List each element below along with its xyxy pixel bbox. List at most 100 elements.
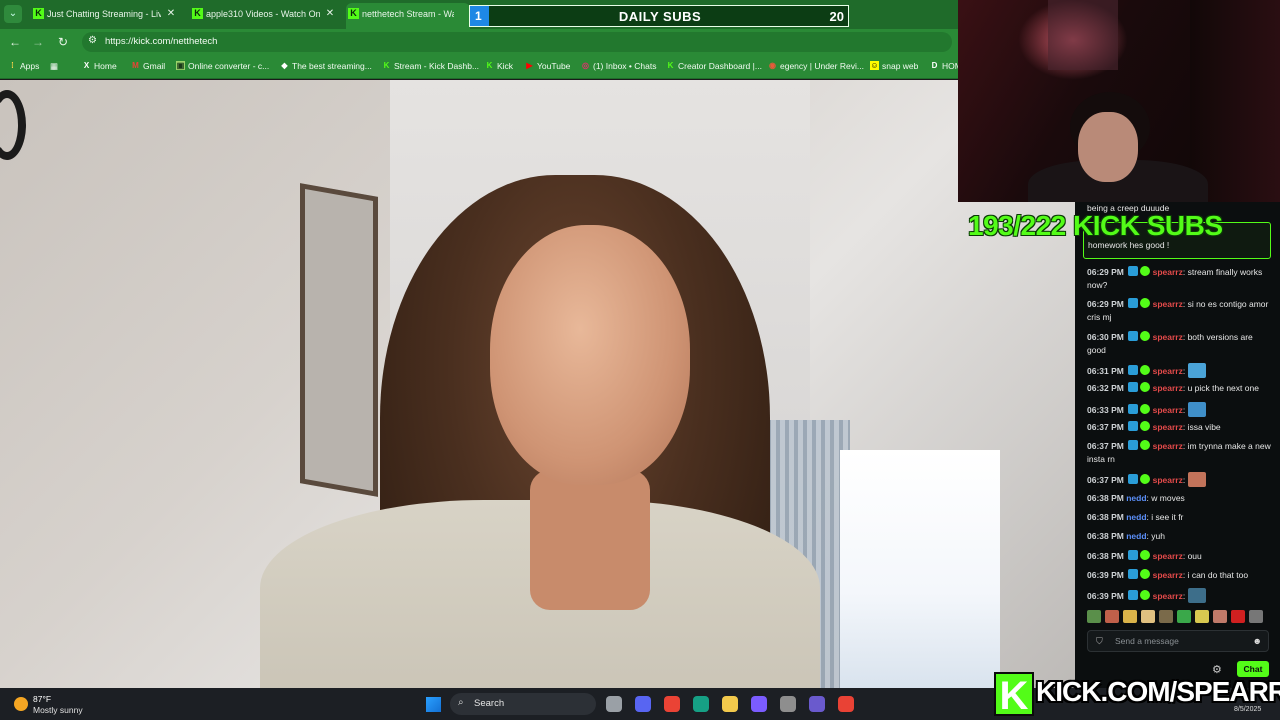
chat-username[interactable]: spearrz (1153, 383, 1183, 393)
taskbar-app-icon[interactable] (809, 696, 825, 712)
bookmark-kick-dashboard[interactable]: K Stream - Kick Dashb... (382, 61, 479, 71)
subscriber-badge-icon[interactable] (1128, 440, 1139, 450)
emote-picker-item-icon[interactable] (1123, 610, 1137, 623)
verified-badge-icon[interactable] (1140, 404, 1151, 414)
bookmarks-bar: ⁞ Apps ▦ X Home M Gmail ▣ Online converter -… (0, 55, 962, 79)
weather-sun-icon[interactable] (14, 697, 28, 711)
tab-netthetech[interactable]: K netthetech Stream - Watch Li (346, 3, 470, 29)
close-tab-icon[interactable]: ✕ (165, 3, 177, 25)
emote-picker-item-icon[interactable] (1159, 610, 1173, 623)
subscriber-badge-icon[interactable] (1128, 365, 1139, 375)
subscriber-badge-icon[interactable] (1128, 382, 1139, 392)
chat-username[interactable]: spearrz (1153, 422, 1183, 432)
verified-badge-icon[interactable] (1140, 440, 1151, 450)
chat-username[interactable]: spearrz (1153, 591, 1183, 601)
emoji-picker-icon[interactable]: ☻ (1253, 636, 1262, 646)
stream-video[interactable] (0, 80, 1075, 688)
chat-username[interactable]: nedd (1126, 512, 1146, 522)
facecam-face (1078, 112, 1138, 182)
subscriber-badge-icon[interactable] (1128, 569, 1139, 579)
bookmark-apps[interactable]: ⁞ Apps (8, 61, 39, 71)
bookmark-youtube[interactable]: ▶ YouTube (525, 61, 570, 71)
verified-badge-icon[interactable] (1140, 590, 1151, 600)
taskbar-app-icon[interactable] (635, 696, 651, 712)
verified-badge-icon[interactable] (1140, 550, 1151, 560)
bookmark-home[interactable]: X Home (82, 61, 117, 71)
verified-badge-icon[interactable] (1140, 298, 1151, 308)
verified-badge-icon[interactable] (1140, 569, 1151, 579)
tab-search-chevron-icon[interactable]: ⌄ (4, 5, 22, 23)
subscriber-badge-icon[interactable] (1128, 404, 1139, 414)
verified-badge-icon[interactable] (1140, 365, 1151, 375)
chat-timestamp: 06:37 PM (1087, 441, 1127, 451)
subscriber-badge-icon[interactable] (1128, 474, 1139, 484)
tab-apple310[interactable]: K apple310 Videos - Watch On-D ✕ (190, 3, 336, 25)
bookmark-creator-dashboard[interactable]: K Creator Dashboard |... (666, 61, 762, 71)
forward-arrow-icon[interactable]: → (30, 34, 46, 50)
chat-username[interactable]: nedd (1126, 493, 1146, 503)
verified-badge-icon[interactable] (1140, 382, 1151, 392)
bookmark-label: Apps (20, 61, 40, 71)
bookmark-online-converter[interactable]: ▣ Online converter - c... (176, 61, 269, 71)
taskbar-app-icon[interactable] (606, 696, 622, 712)
subscriber-badge-icon[interactable] (1128, 550, 1139, 560)
subscriber-badge-icon[interactable] (1128, 331, 1139, 341)
chat-timestamp: 06:39 PM (1087, 591, 1127, 601)
chat-timestamp: 06:30 PM (1087, 332, 1127, 342)
back-arrow-icon[interactable]: ← (7, 34, 23, 50)
emote-picker-item-icon[interactable] (1249, 610, 1263, 623)
subscriber-badge-icon[interactable] (1128, 590, 1139, 600)
bookmark-agency[interactable]: ◉ egency | Under Revi... (768, 61, 864, 71)
verified-badge-icon[interactable] (1140, 421, 1151, 431)
kick-favicon-icon: K (33, 8, 44, 19)
bookmarks-grid-icon[interactable]: ▦ (50, 61, 58, 72)
chat-username[interactable]: spearrz (1153, 441, 1183, 451)
chat-settings-gear-icon[interactable]: ⚙ (1212, 663, 1222, 676)
chat-username[interactable]: spearrz (1153, 366, 1183, 376)
subscriber-badge-icon[interactable] (1128, 266, 1139, 276)
bookmark-instagram-inbox[interactable]: ◎ (1) Inbox • Chats (581, 61, 656, 71)
emote-picker-item-icon[interactable] (1231, 610, 1245, 623)
taskbar-app-icon[interactable] (780, 696, 796, 712)
taskbar-app-icon[interactable] (722, 696, 738, 712)
reload-icon[interactable]: ↻ (55, 34, 71, 50)
windows-start-icon[interactable] (426, 697, 441, 712)
chat-username[interactable]: spearrz (1153, 332, 1183, 342)
emote-picker-item-icon[interactable] (1213, 610, 1227, 623)
chat-username[interactable]: spearrz (1153, 475, 1183, 485)
tab-just-chatting[interactable]: K Just Chatting Streaming - Live S ✕ (31, 3, 177, 25)
taskbar-app-icon[interactable] (751, 696, 767, 712)
taskbar-app-icon[interactable] (664, 696, 680, 712)
chat-message: 06:29 PM spearrz: si no es contigo amor … (1087, 298, 1269, 322)
bookmark-best-streaming[interactable]: ◆ The best streaming... (280, 61, 371, 71)
search-icon: ⌕ (458, 697, 464, 708)
bookmark-kick[interactable]: K Kick (485, 61, 513, 71)
bookmark-snap-web[interactable]: ☺ snap web (870, 61, 918, 71)
site-info-icon[interactable]: ⚙ (88, 35, 97, 46)
taskbar-app-icon[interactable] (838, 696, 854, 712)
verified-badge-icon[interactable] (1140, 474, 1151, 484)
chat-input[interactable]: ⛉ Send a message ☻ (1087, 630, 1269, 652)
chat-username[interactable]: nedd (1126, 531, 1146, 541)
close-tab-icon[interactable]: ✕ (324, 3, 336, 25)
url-field[interactable]: ⚙ https://kick.com/netthetech (82, 32, 952, 52)
chat-username[interactable]: spearrz (1153, 405, 1183, 415)
chat-message-text: w moves (1151, 493, 1185, 503)
chat-username[interactable]: spearrz (1153, 267, 1183, 277)
verified-badge-icon[interactable] (1140, 331, 1151, 341)
chat-username[interactable]: spearrz (1153, 299, 1183, 309)
emote-picker-item-icon[interactable] (1177, 610, 1191, 623)
verified-badge-icon[interactable] (1140, 266, 1151, 276)
subscriber-badge-icon[interactable] (1128, 298, 1139, 308)
subscriber-badge-icon[interactable] (1128, 421, 1139, 431)
taskbar-app-icon[interactable] (693, 696, 709, 712)
emote-picker-item-icon[interactable] (1195, 610, 1209, 623)
emote-picker-item-icon[interactable] (1087, 610, 1101, 623)
chat-send-button[interactable]: Chat (1237, 661, 1269, 677)
emote-picker-item-icon[interactable] (1141, 610, 1155, 623)
chat-username[interactable]: spearrz (1153, 551, 1183, 561)
chat-username[interactable]: spearrz (1153, 570, 1183, 580)
bookmark-gmail[interactable]: M Gmail (131, 61, 165, 71)
taskbar-search[interactable]: ⌕ Search (450, 693, 596, 715)
emote-picker-item-icon[interactable] (1105, 610, 1119, 623)
